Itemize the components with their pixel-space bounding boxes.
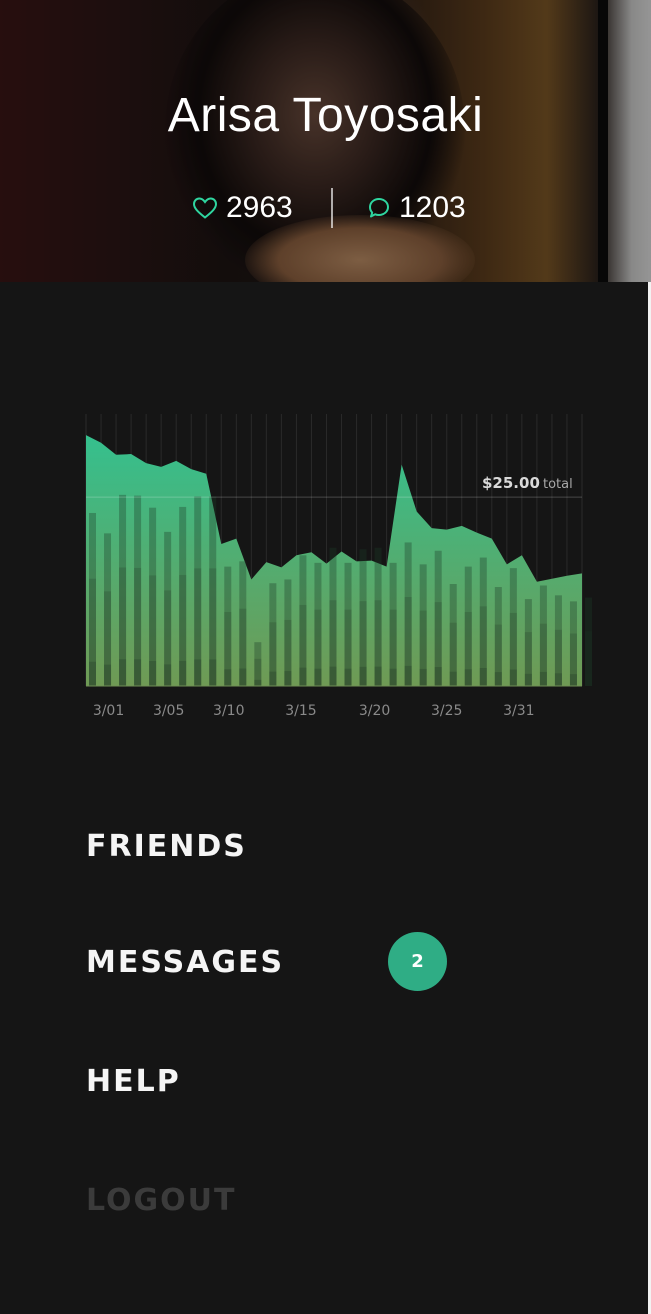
speech-bubble-icon — [369, 198, 389, 218]
chart-bar-segment — [554, 673, 562, 686]
chart-bar-segment — [134, 659, 142, 686]
chart-bar-segment — [209, 659, 217, 686]
total-label: total — [543, 477, 573, 492]
chart-bar-segment — [119, 659, 127, 686]
likes-stat[interactable]: 2963 — [192, 186, 293, 230]
chart-bar-segment — [89, 661, 96, 686]
total-value: $25.00 — [482, 474, 540, 492]
x-tick-label: 3/20 — [359, 703, 390, 719]
chart-bar-segment — [509, 669, 517, 686]
x-tick-label: 3/10 — [213, 703, 244, 719]
chart-bar-segment — [479, 668, 487, 686]
menu-item-help[interactable]: HELP — [86, 1059, 181, 1103]
profile-name: Arisa Toyosaki — [167, 89, 484, 142]
profile-header: Arisa Toyosaki 2963 1203 — [0, 0, 651, 282]
chart-bar-segment — [314, 668, 322, 686]
menu-item-logout[interactable]: LOGOUT — [86, 1178, 237, 1222]
chart-bar-segment — [224, 669, 232, 686]
chart-bar-segment — [524, 673, 532, 686]
chart-bar-segment — [344, 668, 352, 686]
chart-bar-segment — [434, 667, 442, 686]
chart-bar-segment — [569, 674, 577, 686]
chart-bar-segment — [254, 679, 262, 686]
heart-outline-icon — [192, 197, 218, 219]
stats-divider — [331, 188, 333, 228]
chart-canvas: $25.00 total 3/01 3/05 3/10 3/15 3/20 3/25 3/31 — [85, 414, 592, 719]
chart-bar-segment — [104, 664, 112, 686]
profile-stats: 2963 1203 — [0, 186, 651, 230]
x-tick-label: 3/01 — [93, 703, 124, 719]
chart-bar-segment — [149, 661, 157, 686]
chart-bar-segment — [389, 668, 397, 686]
chart-bar-segment — [449, 671, 457, 686]
x-tick-label: 3/05 — [153, 703, 184, 719]
comments-count: 1203 — [399, 191, 466, 224]
chart-bar-segment — [284, 671, 292, 686]
chart-bar-segment — [359, 666, 367, 686]
chart-bar-segment — [179, 660, 187, 686]
menu-item-messages[interactable]: MESSAGES — [86, 940, 284, 984]
spending-chart: $25.00 total 3/01 3/05 3/10 3/15 3/20 3/25 3/31 — [85, 414, 592, 724]
chart-bar-segment — [194, 659, 202, 686]
chart-bar-segment — [404, 665, 412, 686]
chart-bar-segment — [299, 667, 307, 686]
chart-bar-segment — [374, 666, 382, 686]
menu-item-friends[interactable]: FRIENDS — [86, 824, 247, 868]
chart-bar-segment — [164, 664, 172, 686]
chart-bar-segment — [329, 666, 337, 686]
chart-bar-segment — [494, 672, 502, 686]
chart-bar-segment — [464, 669, 472, 686]
messages-badge[interactable]: 2 — [388, 932, 447, 991]
chart-bar-segment — [419, 668, 427, 686]
comments-stat[interactable]: 1203 — [367, 186, 466, 230]
x-tick-label: 3/31 — [503, 703, 534, 719]
chart-bar-segment — [239, 668, 247, 686]
likes-count: 2963 — [226, 191, 293, 224]
chart-bar-segment — [269, 671, 277, 686]
x-tick-label: 3/25 — [431, 703, 462, 719]
chart-bar-segment — [539, 671, 547, 686]
x-tick-label: 3/15 — [285, 703, 316, 719]
chart-bar-segment — [585, 673, 592, 686]
